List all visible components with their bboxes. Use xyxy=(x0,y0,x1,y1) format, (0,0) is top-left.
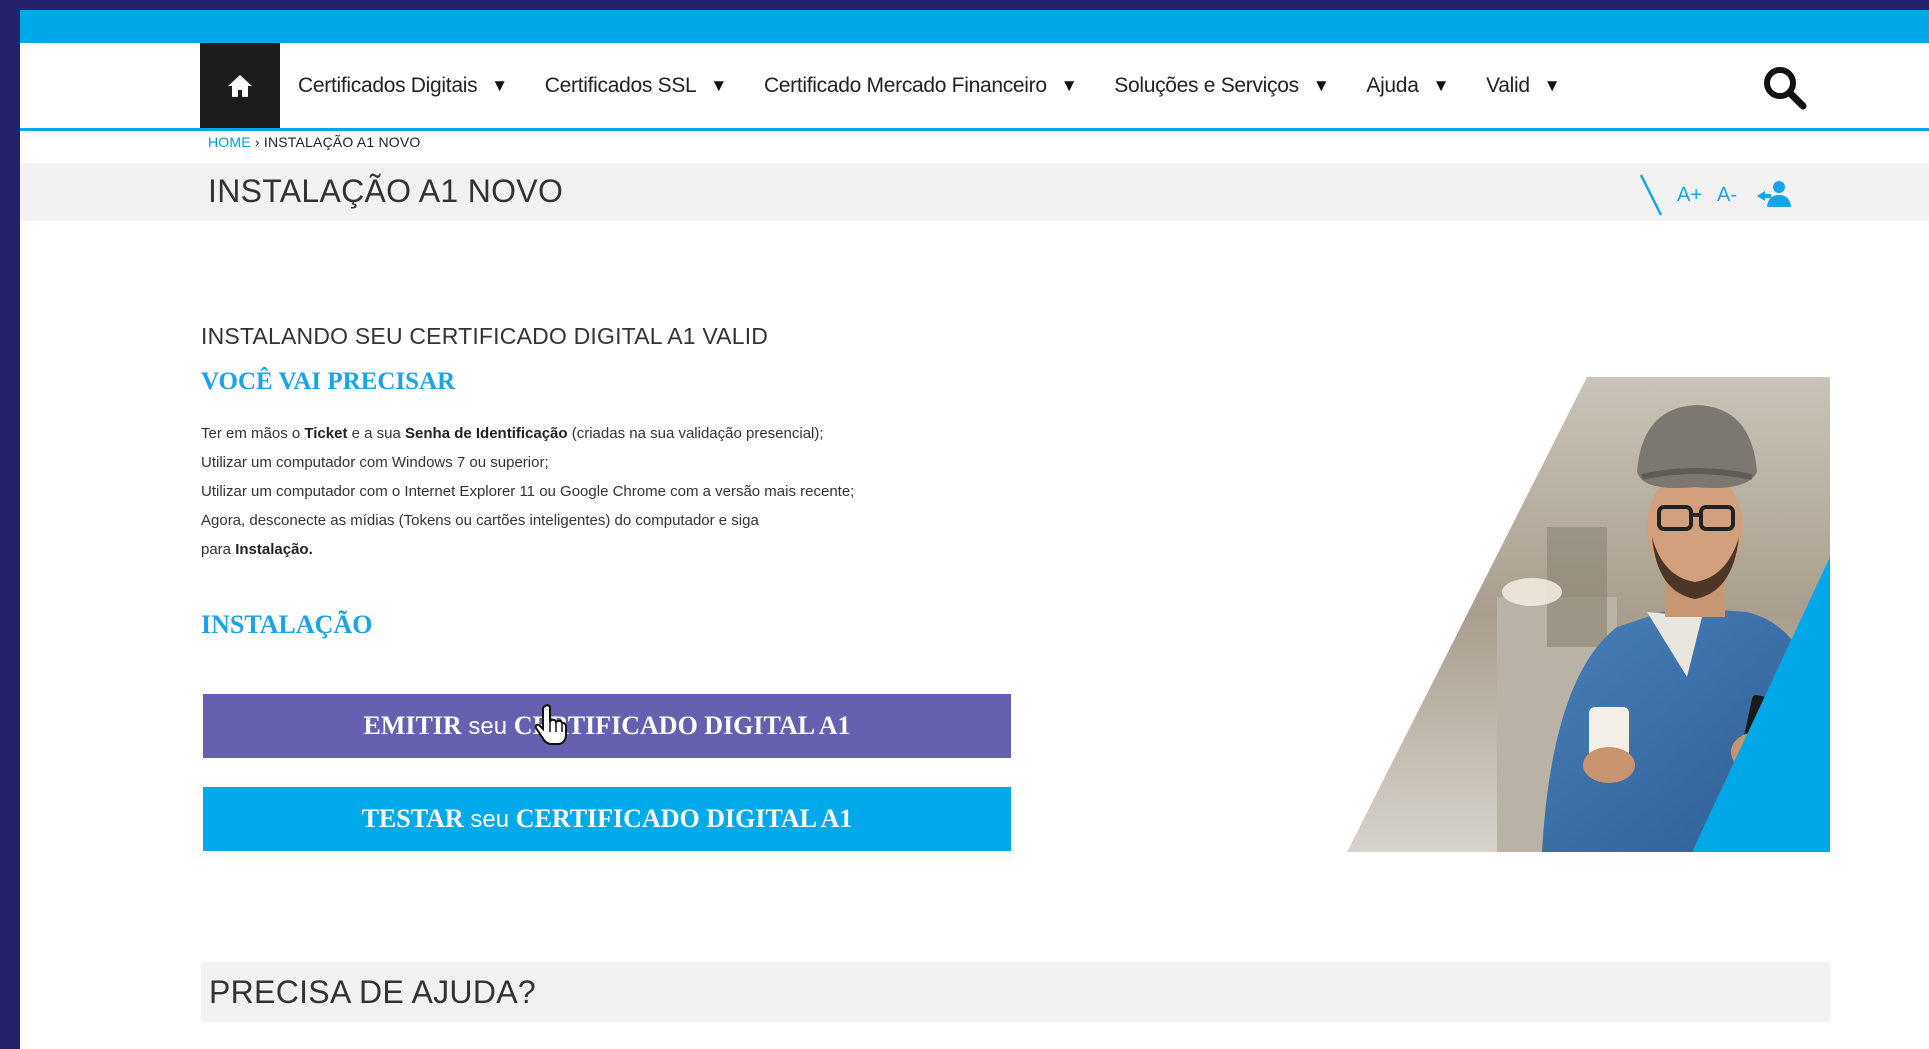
nav-item-label: Valid xyxy=(1486,73,1530,97)
requirements-heading: VOCÊ VAI PRECISAR xyxy=(201,368,456,395)
top-accent-bar xyxy=(20,10,1929,43)
requirement-line: Utilizar um computador com o Internet Ex… xyxy=(201,483,855,500)
test-certificate-button[interactable]: TESTAR seu CERTIFICADO DIGITAL A1 xyxy=(203,787,1011,851)
caret-down-icon: ▼ xyxy=(710,75,727,95)
nav-item-ajuda[interactable]: Ajuda ▼ xyxy=(1366,74,1449,98)
password-label: Senha de Identificação xyxy=(405,425,568,442)
page-title: INSTALAÇÃO A1 NOVO xyxy=(208,173,564,209)
text: Ter em mãos o xyxy=(201,425,305,442)
caret-down-icon: ▼ xyxy=(491,75,508,95)
nav-item-valid[interactable]: Valid ▼ xyxy=(1486,74,1560,98)
button-text-bold: CERTIFICADO DIGITAL A1 xyxy=(515,804,853,833)
button-text-bold: TESTAR xyxy=(361,804,464,833)
hero-photo-man-with-phone xyxy=(1347,377,1830,852)
main-navigation: Certificados Digitais ▼ Certificados SSL… xyxy=(20,43,1929,131)
home-button[interactable] xyxy=(200,43,280,128)
nav-item-label: Ajuda xyxy=(1366,73,1419,97)
caret-down-icon: ▼ xyxy=(1432,75,1450,95)
hand-pointer-cursor-icon xyxy=(534,704,567,745)
nav-item-mercado-financeiro[interactable]: Certificado Mercado Financeiro ▼ xyxy=(763,73,1078,98)
requirements-list: Ter em mãos o Ticket e a sua Senha de Id… xyxy=(201,419,854,564)
title-bar: INSTALAÇÃO A1 NOVO A+ A- xyxy=(20,163,1929,221)
requirement-line: para Instalação. xyxy=(201,535,854,564)
emit-certificate-button[interactable]: EMITIR seu CERTIFICADO DIGITAL A1 xyxy=(203,694,1011,758)
caret-down-icon: ▼ xyxy=(1060,75,1078,95)
divider-slash-icon xyxy=(1639,174,1663,216)
breadcrumb-home-link[interactable]: HOME xyxy=(208,134,251,150)
home-icon xyxy=(228,74,252,97)
breadcrumb: HOME › INSTALAÇÃO A1 NOVO xyxy=(208,134,420,150)
text: e a sua xyxy=(347,425,406,442)
nav-menu: Certificados Digitais ▼ Certificados SSL… xyxy=(298,43,1597,128)
breadcrumb-current: INSTALAÇÃO A1 NOVO xyxy=(263,134,421,150)
help-title: PRECISA DE AJUDA? xyxy=(209,974,536,1010)
text: (criadas na sua validação presencial); xyxy=(567,425,824,442)
requirement-line: Agora, desconecte as mídias (Tokens ou c… xyxy=(201,512,759,529)
button-text-bold: EMITIR xyxy=(363,711,462,740)
installation-heading: INSTALAÇÃO xyxy=(201,610,373,639)
requirement-line: Ter em mãos o Ticket e a sua Senha de Id… xyxy=(201,419,854,448)
caret-down-icon: ▼ xyxy=(1312,75,1330,95)
button-text: seu xyxy=(461,713,514,740)
search-icon[interactable] xyxy=(1760,63,1808,111)
button-text: seu xyxy=(463,806,516,833)
nav-item-certificados-digitais[interactable]: Certificados Digitais ▼ xyxy=(298,74,508,98)
section-heading: INSTALANDO SEU CERTIFICADO DIGITAL A1 VA… xyxy=(201,323,769,349)
nav-item-solucoes-servicos[interactable]: Soluções e Serviços ▼ xyxy=(1114,74,1329,98)
ticket-label: Ticket xyxy=(304,425,348,442)
accessibility-icon[interactable] xyxy=(1755,179,1793,209)
text: para xyxy=(201,541,236,558)
nav-item-certificados-ssl[interactable]: Certificados SSL ▼ xyxy=(545,74,727,98)
breadcrumb-separator: › xyxy=(250,134,264,150)
caret-down-icon: ▼ xyxy=(1543,75,1561,95)
nav-item-label: Certificado Mercado Financeiro xyxy=(763,73,1047,97)
requirement-line: Utilizar um computador com Windows 7 ou … xyxy=(201,454,549,471)
font-increase-button[interactable]: A+ xyxy=(1677,184,1702,207)
font-decrease-button[interactable]: A- xyxy=(1717,184,1737,207)
browser-viewport: Certificados Digitais ▼ Certificados SSL… xyxy=(20,10,1929,1049)
nav-item-label: Certificados Digitais xyxy=(298,73,478,97)
help-section-bar: PRECISA DE AJUDA? xyxy=(201,962,1830,1022)
installation-label: Instalação. xyxy=(235,541,313,558)
nav-item-label: Soluções e Serviços xyxy=(1114,73,1299,97)
nav-item-label: Certificados SSL xyxy=(544,73,697,97)
